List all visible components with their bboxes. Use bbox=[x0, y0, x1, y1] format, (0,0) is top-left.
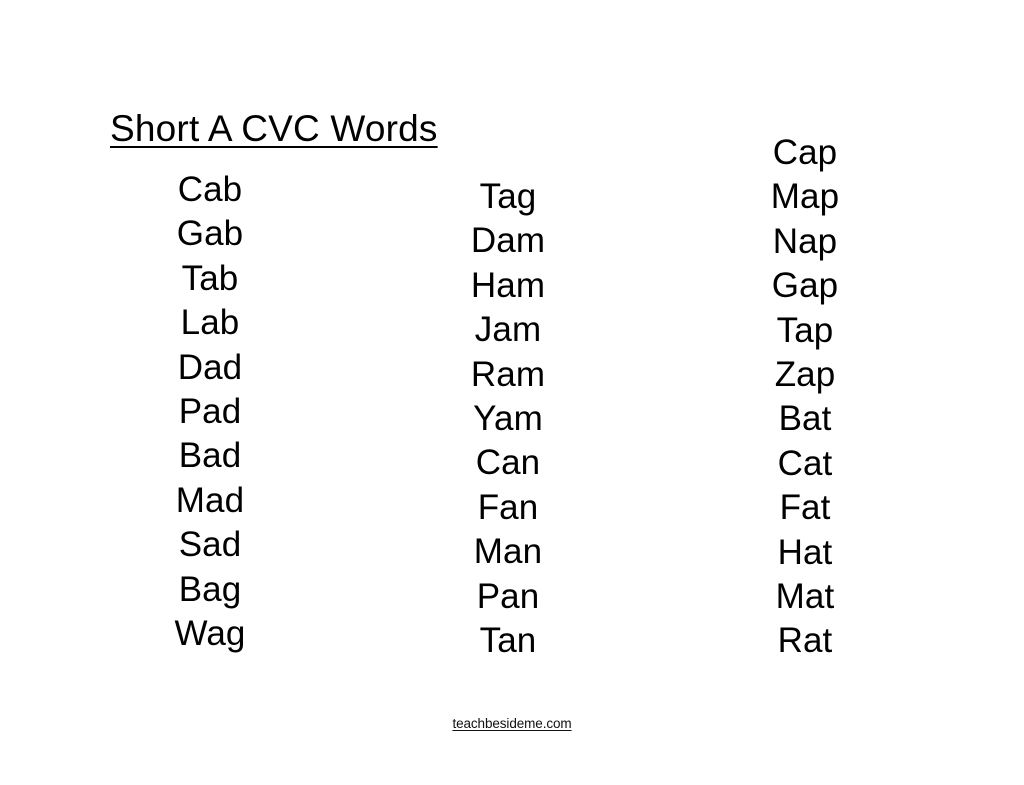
word-item: Zap bbox=[774, 355, 836, 395]
word-item: Dad bbox=[177, 347, 243, 387]
word-item: Pan bbox=[476, 576, 540, 616]
page-title: Short A CVC Words bbox=[110, 107, 438, 149]
footer-website-link[interactable]: teachbesideme.com bbox=[452, 716, 571, 731]
word-item: Gab bbox=[176, 214, 244, 254]
word-item: Yam bbox=[473, 399, 543, 439]
word-item: Can bbox=[475, 443, 541, 483]
word-item: Bat bbox=[778, 399, 832, 439]
word-item: Mat bbox=[775, 577, 835, 617]
word-item: Jam bbox=[474, 310, 542, 350]
word-item: Gap bbox=[771, 266, 839, 306]
word-item: Tan bbox=[479, 621, 537, 661]
word-item: Lab bbox=[180, 303, 240, 343]
footer: teachbesideme.com bbox=[0, 715, 1024, 733]
word-item: Ham bbox=[470, 265, 546, 305]
word-item: Mad bbox=[175, 480, 245, 520]
worksheet-page: Short A CVC Words Cab Gab Tab Lab Dad Pa… bbox=[0, 0, 1024, 785]
word-item: Pad bbox=[178, 392, 242, 432]
word-item: Sad bbox=[178, 525, 242, 565]
word-column-1: Cab Gab Tab Lab Dad Pad Bad Mad Sad Bag … bbox=[110, 168, 310, 656]
word-item: Tab bbox=[181, 258, 239, 298]
word-item: Rat bbox=[777, 621, 833, 661]
word-item: Fan bbox=[477, 487, 539, 527]
word-item: Map bbox=[770, 177, 840, 217]
word-item: Hat bbox=[777, 532, 833, 572]
word-item: Wag bbox=[174, 614, 246, 654]
word-item: Tap bbox=[776, 310, 834, 350]
word-item: Ram bbox=[470, 354, 546, 394]
word-item: Nap bbox=[772, 221, 838, 261]
word-item: Dam bbox=[470, 221, 546, 261]
word-column-2: Tag Dam Ham Jam Ram Yam Can Fan Man Pan … bbox=[408, 175, 608, 663]
word-item: Cap bbox=[772, 133, 838, 172]
word-item: Man bbox=[473, 532, 543, 572]
word-item: Cat bbox=[777, 443, 833, 483]
word-item: Bag bbox=[178, 569, 242, 609]
word-item: Tag bbox=[479, 177, 537, 216]
word-item: Cab bbox=[177, 170, 243, 209]
word-item: Bad bbox=[178, 436, 242, 476]
word-column-3: Cap Map Nap Gap Tap Zap Bat Cat Fat Hat … bbox=[705, 131, 905, 664]
word-item: Fat bbox=[779, 488, 831, 528]
